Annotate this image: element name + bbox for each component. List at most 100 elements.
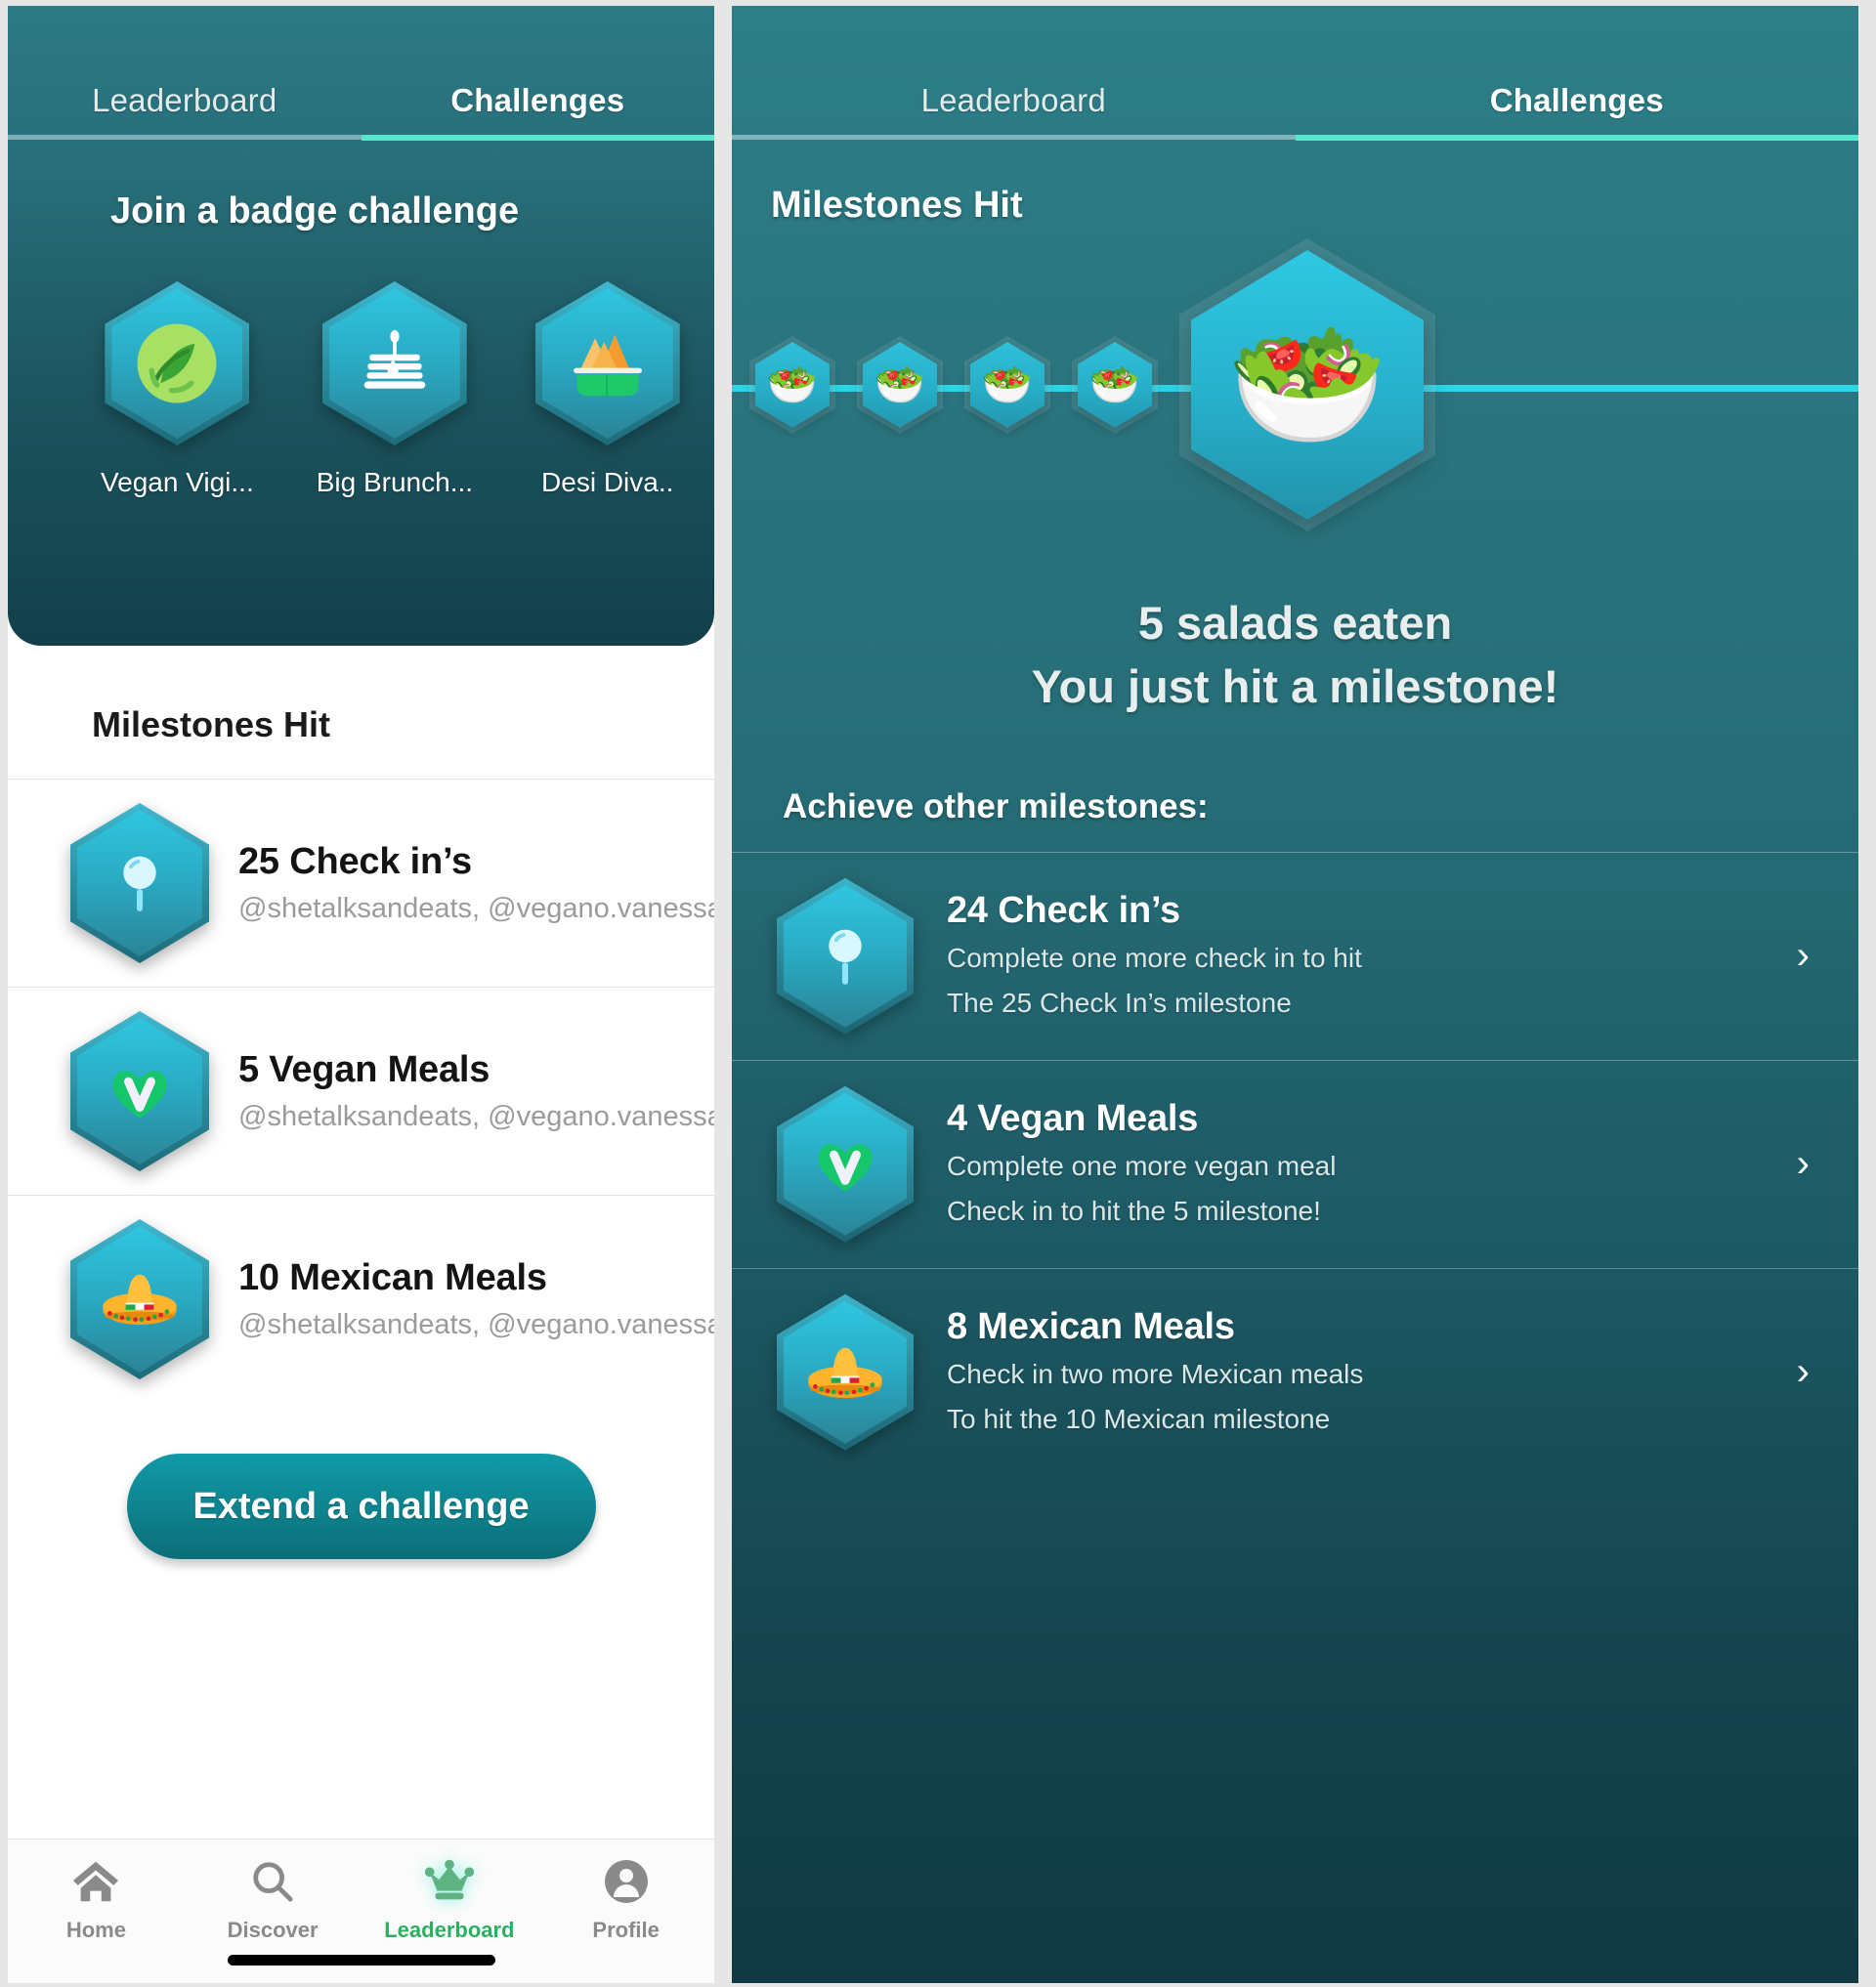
magnifier-badge-icon bbox=[777, 877, 914, 1035]
milestone-headline: 5 salads eaten You just hit a milestone! bbox=[732, 592, 1858, 719]
vegan-heart-badge-icon bbox=[777, 1085, 914, 1243]
other-milestone-text: 8 Mexican Meals Check in two more Mexica… bbox=[914, 1306, 1797, 1438]
leaf-badge-icon bbox=[105, 281, 250, 445]
chevron-right-icon[interactable]: › bbox=[1797, 934, 1829, 978]
badge-challenge-item[interactable]: Big Brunch... bbox=[317, 281, 473, 498]
sombrero-badge-icon bbox=[70, 1219, 209, 1379]
screenshot-stage: Leaderboard Challenges Join a badge chal… bbox=[0, 0, 1876, 1987]
other-milestone-title: 8 Mexican Meals bbox=[947, 1306, 1235, 1348]
other-milestone-desc-2: Check in to hit the 5 milestone! bbox=[947, 1196, 1321, 1227]
salad-step-badge[interactable]: 🥗 bbox=[1072, 336, 1158, 434]
chevron-right-icon[interactable]: › bbox=[1797, 1142, 1829, 1186]
magnifier-badge-icon bbox=[70, 803, 209, 963]
milestone-row[interactable]: 25 Check in’s @shetalksandeats, @vegano.… bbox=[8, 779, 714, 987]
other-milestone-desc-1: Complete one more vegan meal bbox=[947, 1151, 1337, 1182]
other-milestone-desc-2: The 25 Check In’s milestone bbox=[947, 988, 1292, 1019]
badge-challenge-carousel[interactable]: Vegan Vigi... Big Brunch... Desi Diva.. bbox=[101, 281, 714, 498]
nav-label-home: Home bbox=[65, 1918, 126, 1942]
salad-icon: 🥗 bbox=[981, 361, 1034, 407]
milestone-row[interactable]: 5 Vegan Meals @shetalksandeats, @vegano.… bbox=[8, 987, 714, 1195]
home-icon bbox=[8, 1855, 185, 1908]
badge-challenge-item[interactable]: Desi Diva.. bbox=[534, 281, 680, 498]
badge-challenge-label: Vegan Vigi... bbox=[101, 467, 254, 497]
milestones-hit-title: Milestones Hit bbox=[771, 185, 1023, 226]
other-milestone-title: 24 Check in’s bbox=[947, 890, 1180, 932]
tab-underline bbox=[8, 135, 714, 141]
top-tab-bar: Leaderboard Challenges bbox=[732, 82, 1858, 135]
milestone-title: 25 Check in’s bbox=[238, 841, 472, 882]
nav-label-leaderboard: Leaderboard bbox=[384, 1918, 515, 1942]
badge-challenge-item[interactable]: Vegan Vigi... bbox=[101, 281, 254, 498]
salad-progress-track: 🥗 🥗 🥗 🥗 🥗 bbox=[732, 238, 1858, 531]
tab-leaderboard[interactable]: Leaderboard bbox=[732, 82, 1296, 135]
other-milestones-list: 24 Check in’s Complete one more check in… bbox=[732, 851, 1858, 1476]
nav-item-discover[interactable]: Discover bbox=[185, 1855, 362, 1943]
salad-current-badge[interactable]: 🥗 bbox=[1179, 238, 1435, 531]
other-milestone-desc-1: Complete one more check in to hit bbox=[947, 943, 1362, 974]
nav-label-profile: Profile bbox=[592, 1918, 660, 1942]
tab-underline bbox=[732, 135, 1858, 141]
magnifier-glyph bbox=[777, 878, 914, 1035]
magnifier-glyph bbox=[70, 803, 209, 963]
milestone-subtitle: @shetalksandeats, @vegano.vanessa bbox=[238, 1101, 714, 1132]
salad-icon: 🥗 bbox=[874, 361, 926, 407]
nav-item-leaderboard[interactable]: Leaderboard bbox=[362, 1855, 538, 1943]
sombrero-glyph bbox=[70, 1219, 209, 1379]
sombrero-glyph bbox=[777, 1294, 914, 1451]
milestone-text: 10 Mexican Meals @shetalksandeats, @vega… bbox=[209, 1257, 714, 1341]
left-phone-screen: Leaderboard Challenges Join a badge chal… bbox=[8, 6, 714, 1983]
salad-step-badge[interactable]: 🥗 bbox=[964, 336, 1050, 434]
other-milestone-desc-2: To hit the 10 Mexican milestone bbox=[947, 1404, 1331, 1435]
tab-underline-leaderboard bbox=[732, 135, 1296, 140]
challenges-hero-card: Leaderboard Challenges Join a badge chal… bbox=[8, 6, 714, 646]
hero-title: Join a badge challenge bbox=[110, 190, 520, 232]
vegan-heart-glyph bbox=[777, 1086, 914, 1243]
tab-challenges[interactable]: Challenges bbox=[362, 82, 715, 135]
vegan-heart-badge-icon bbox=[70, 1011, 209, 1171]
badge-challenge-label: Big Brunch... bbox=[316, 467, 474, 497]
headline-line-1: 5 salads eaten bbox=[1137, 597, 1453, 649]
vegan-heart-glyph bbox=[70, 1011, 209, 1171]
milestone-title: 5 Vegan Meals bbox=[238, 1049, 490, 1090]
person-icon bbox=[537, 1855, 714, 1908]
achieve-other-milestones-heading: Achieve other milestones: bbox=[783, 786, 1209, 825]
other-milestone-text: 4 Vegan Meals Complete one more vegan me… bbox=[914, 1098, 1797, 1230]
salad-icon: 🥗 bbox=[1226, 313, 1388, 456]
milestone-detail-panel: Leaderboard Challenges Milestones Hit 🥗 bbox=[732, 6, 1858, 1983]
samosa-glyph bbox=[535, 281, 680, 445]
other-milestone-row[interactable]: 24 Check in’s Complete one more check in… bbox=[732, 851, 1858, 1060]
pancake-badge-icon bbox=[321, 281, 467, 445]
headline-line-2: You just hit a milestone! bbox=[1031, 659, 1559, 712]
tab-underline-leaderboard bbox=[8, 135, 362, 140]
other-milestone-row[interactable]: 4 Vegan Meals Complete one more vegan me… bbox=[732, 1059, 1858, 1268]
nav-item-home[interactable]: Home bbox=[8, 1855, 185, 1943]
tab-challenges[interactable]: Challenges bbox=[1296, 82, 1859, 135]
salad-icon: 🥗 bbox=[766, 361, 819, 407]
crown-icon bbox=[362, 1855, 538, 1908]
milestone-title: 10 Mexican Meals bbox=[238, 1257, 547, 1298]
other-milestone-title: 4 Vegan Meals bbox=[947, 1098, 1199, 1140]
badge-challenge-label: Desi Diva.. bbox=[541, 467, 674, 497]
milestone-text: 25 Check in’s @shetalksandeats, @vegano.… bbox=[209, 841, 714, 925]
other-milestone-text: 24 Check in’s Complete one more check in… bbox=[914, 890, 1797, 1022]
milestone-row[interactable]: 10 Mexican Meals @shetalksandeats, @vega… bbox=[8, 1195, 714, 1403]
search-icon bbox=[185, 1855, 362, 1908]
bottom-navigation-bar: Home Discover Leaderboard Profile bbox=[8, 1839, 714, 1983]
tab-leaderboard[interactable]: Leaderboard bbox=[8, 82, 362, 135]
salad-step-badge[interactable]: 🥗 bbox=[857, 336, 943, 434]
salad-step-badge[interactable]: 🥗 bbox=[749, 336, 835, 434]
salad-icon: 🥗 bbox=[1088, 361, 1141, 407]
top-tab-bar: Leaderboard Challenges bbox=[8, 82, 714, 135]
other-milestone-row[interactable]: 8 Mexican Meals Check in two more Mexica… bbox=[732, 1267, 1858, 1476]
extend-challenge-area: Extend a challenge bbox=[8, 1403, 714, 1622]
home-indicator bbox=[227, 1955, 495, 1966]
other-milestone-desc-1: Check in two more Mexican meals bbox=[947, 1359, 1364, 1390]
chevron-right-icon[interactable]: › bbox=[1797, 1350, 1829, 1394]
nav-label-discover: Discover bbox=[227, 1918, 319, 1942]
leaf-glyph bbox=[105, 281, 249, 445]
nav-item-profile[interactable]: Profile bbox=[537, 1855, 714, 1943]
pancake-glyph bbox=[322, 281, 467, 445]
extend-challenge-button[interactable]: Extend a challenge bbox=[126, 1454, 596, 1559]
milestone-subtitle: @shetalksandeats, @vegano.vanessa bbox=[238, 893, 714, 924]
sombrero-badge-icon bbox=[777, 1293, 914, 1451]
